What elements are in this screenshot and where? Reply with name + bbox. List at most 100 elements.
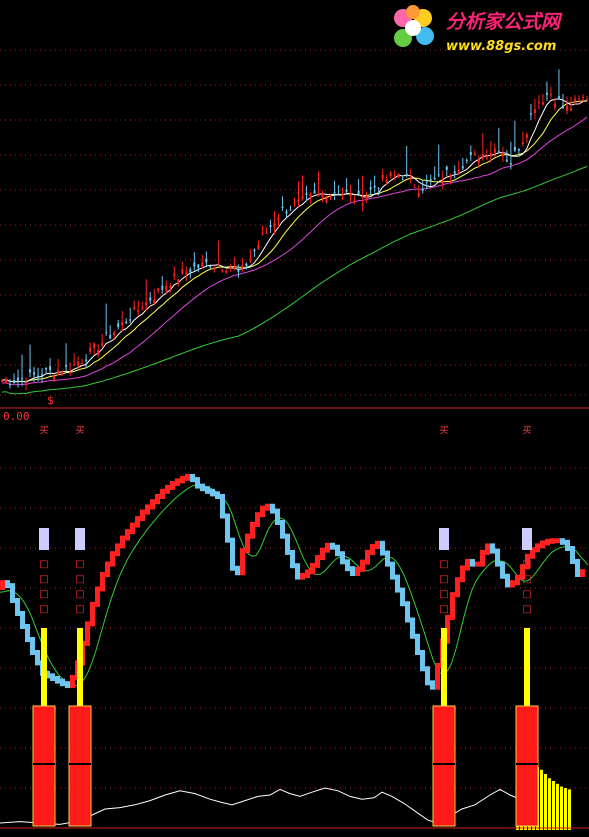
signal-marker: □ (439, 589, 448, 600)
candle-body (213, 266, 216, 269)
indicator-step (515, 574, 520, 586)
candle-body (185, 271, 188, 274)
candle-body (273, 223, 276, 228)
candle-body (421, 188, 424, 191)
indicator-step (410, 617, 415, 639)
indicator-step (310, 562, 315, 575)
signal-marker: □ (75, 559, 84, 570)
indicator-panel: 买 □ □ □ □ 买 □ □ □ □ 买 □ □ □ □ 买 □ □ □ □ (0, 425, 589, 830)
candle-body (361, 203, 364, 206)
indicator-step (480, 549, 485, 567)
indicator-step (215, 491, 220, 499)
signal-marker: □ (39, 559, 48, 570)
candle-body (309, 193, 312, 199)
candle-body (445, 166, 448, 170)
indicator-step (185, 473, 190, 481)
indicator-step (170, 481, 175, 490)
candle-body (61, 372, 64, 375)
candle-body (169, 285, 172, 289)
indicator-step (490, 543, 495, 554)
indicator-step (385, 550, 390, 567)
candle-body (173, 273, 176, 277)
indicator-step (190, 473, 195, 483)
candle-body (341, 193, 344, 196)
candle-body (397, 173, 400, 178)
candle-body (253, 249, 256, 252)
indicator-step (475, 561, 480, 567)
indicator-step (565, 539, 570, 551)
indicator-step (200, 483, 205, 492)
indicator-step (390, 561, 395, 580)
indicator-step (175, 478, 180, 486)
indicator-step (325, 542, 330, 553)
candle-body (365, 195, 368, 199)
candle-body (297, 199, 300, 203)
signal-marker: □ (522, 604, 531, 615)
candle-body (577, 98, 580, 100)
candle-body (33, 372, 36, 375)
candle-body (481, 153, 484, 159)
indicator-step (180, 475, 185, 484)
candle-body (485, 157, 488, 159)
candle-body (109, 334, 112, 339)
candle-body (441, 180, 444, 185)
candle-body (161, 285, 164, 290)
candle-body (545, 92, 548, 95)
indicator-step (465, 559, 470, 571)
candle-body (57, 370, 60, 376)
candle-body (325, 198, 328, 203)
signal-label: 买 (39, 425, 48, 436)
candle-body (41, 374, 44, 377)
indicator-step (255, 512, 260, 527)
signal-block (32, 705, 56, 827)
indicator-step (250, 521, 255, 539)
indicator-step (35, 650, 40, 666)
indicator-step (500, 561, 505, 579)
signal-marker: □ (75, 574, 84, 585)
indicator-step (115, 543, 120, 557)
candle-body (317, 192, 320, 197)
candle-body (385, 179, 388, 184)
candle-body (117, 323, 120, 328)
candle-body (17, 377, 20, 381)
indicator-step (400, 587, 405, 607)
indicator-step (555, 538, 560, 544)
candle-body (513, 147, 516, 151)
stock-chart: $ 买 □ □ □ □ 买 □ □ □ □ 买 □ □ □ □ 买 □ □ □ □ 分析家公式网 www.88gs.c… (0, 5, 589, 830)
candle-body (305, 193, 308, 195)
candle-body (469, 152, 472, 156)
candle-body (565, 105, 568, 111)
indicator-step (460, 565, 465, 583)
candle-body (189, 269, 192, 273)
signal-bar (524, 628, 530, 706)
indicator-step (55, 676, 60, 684)
indicator-step (260, 505, 265, 518)
signal-bar (441, 628, 447, 706)
watermark-logo (394, 5, 434, 47)
candle-body (461, 166, 464, 169)
signal-marker: □ (522, 559, 531, 570)
candle-body (233, 267, 236, 269)
indicator-step (435, 663, 440, 690)
indicator-step (100, 572, 105, 592)
indicator-step (70, 675, 75, 689)
candle-body (157, 288, 160, 292)
candle-body (425, 181, 428, 183)
indicator-step (85, 621, 90, 646)
candle-body (501, 152, 504, 157)
candle-body (261, 234, 264, 236)
indicator-step (345, 559, 350, 572)
candle-body (153, 299, 156, 304)
candle-body (505, 159, 508, 162)
indicator-step (360, 559, 365, 572)
indicator-step (300, 572, 305, 580)
indicator-step (370, 544, 375, 555)
indicator-step (450, 592, 455, 620)
indicator-step (125, 529, 130, 541)
indicator-step (415, 633, 420, 655)
signal-marker: □ (75, 604, 84, 615)
indicator-step (495, 548, 500, 567)
candle-body (265, 232, 268, 234)
candle-body (45, 367, 48, 370)
candle-body (489, 152, 492, 157)
